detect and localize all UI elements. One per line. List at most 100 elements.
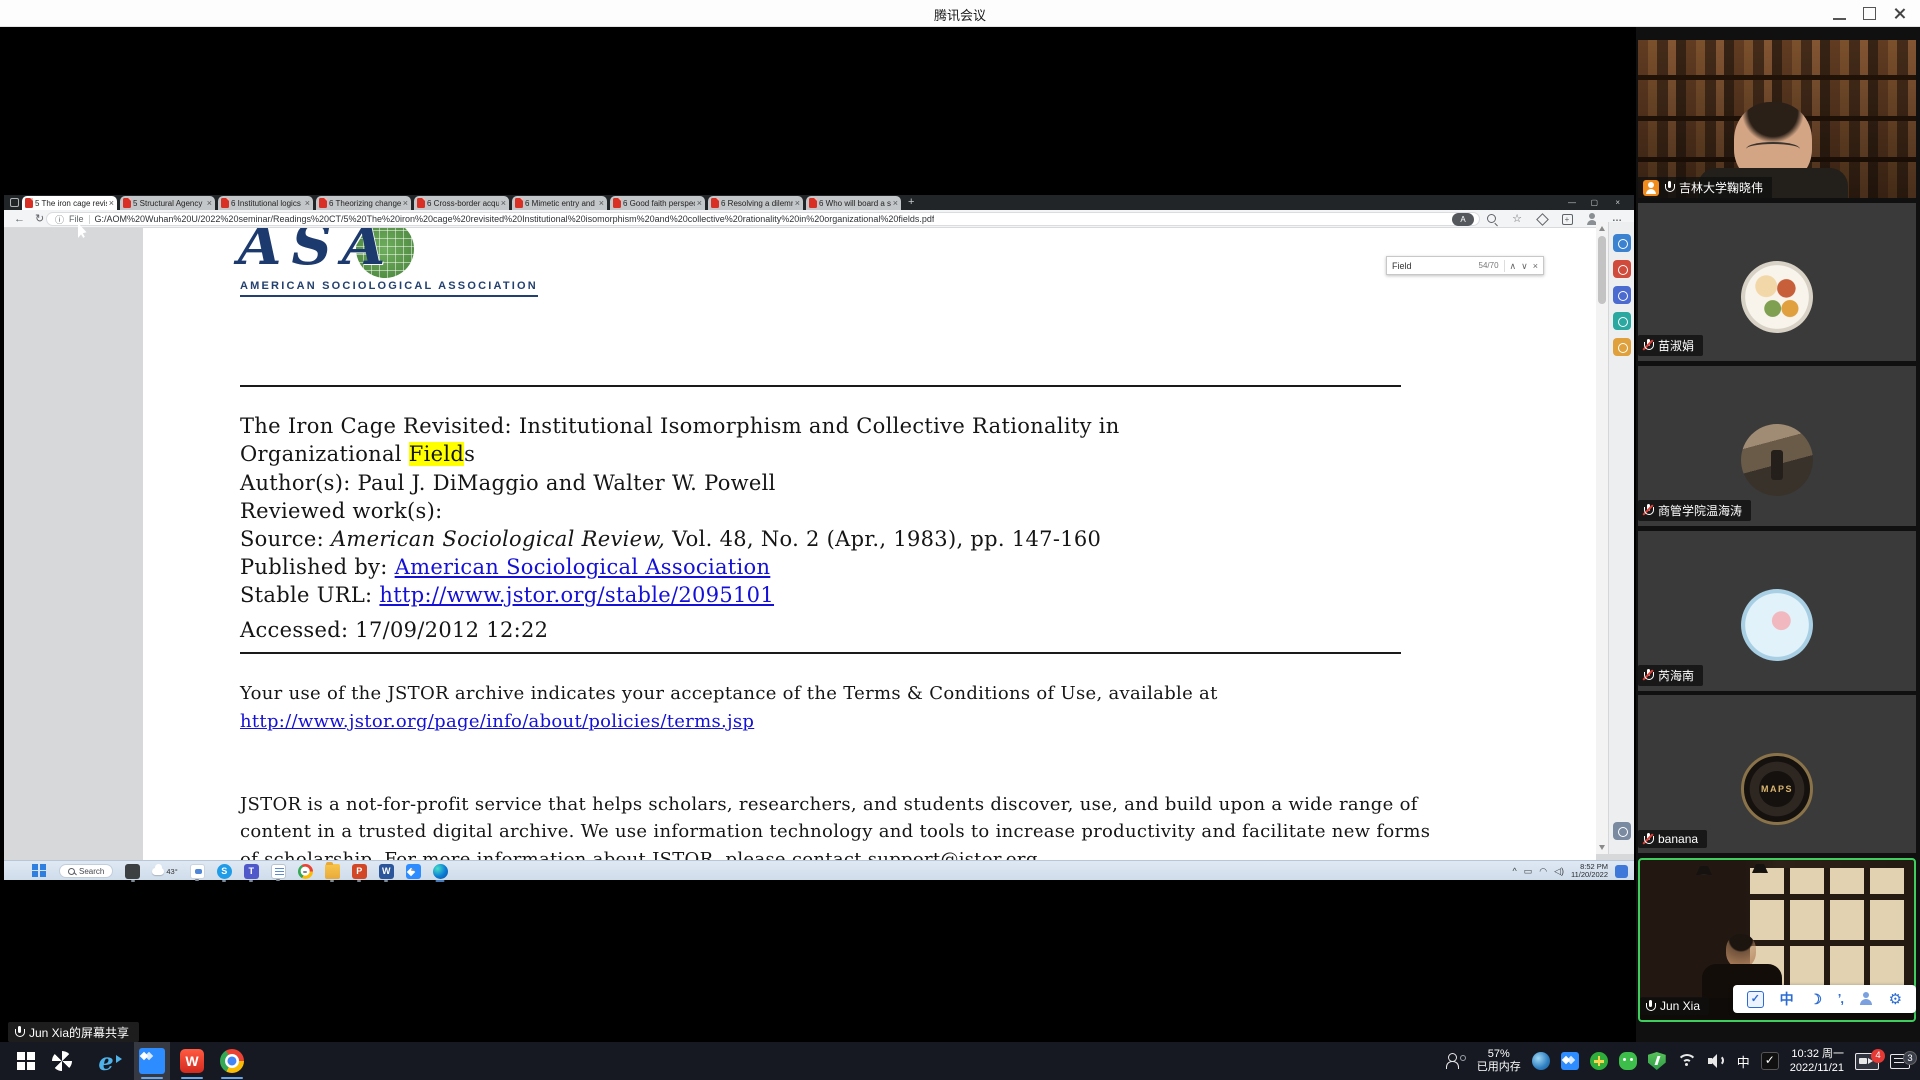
browser-tab-7[interactable]: 6 Good faith perspective.pdf ×	[610, 196, 705, 210]
browser-tab-9[interactable]: 6 Who will board a sinking ship ×	[806, 196, 901, 210]
tab-close-icon[interactable]: ×	[893, 199, 898, 207]
plugin-notes-icon[interactable]	[1613, 338, 1631, 356]
participant-video-tile-1[interactable]: 吉林大学鞠晓伟	[1638, 40, 1916, 198]
pdf-find-bar[interactable]: Field 54/70 ∧ ∨ ×	[1386, 256, 1544, 275]
antivirus-tray-icon[interactable]	[1590, 1052, 1608, 1070]
tab-close-icon[interactable]: ×	[501, 199, 506, 207]
ime-account-icon[interactable]	[1859, 992, 1873, 1006]
teams-icon[interactable]: T	[244, 864, 259, 879]
skype-icon[interactable]: S	[217, 864, 232, 879]
word-icon[interactable]: W	[379, 864, 394, 879]
ime-status-icon[interactable]: ✓	[1747, 991, 1764, 1008]
minimize-icon[interactable]	[1833, 7, 1846, 20]
find-close-icon[interactable]: ×	[1533, 261, 1538, 271]
ime-settings-icon[interactable]	[1889, 991, 1902, 1008]
wechat-tray-icon[interactable]	[1619, 1052, 1637, 1070]
zoom-icon[interactable]	[1485, 212, 1499, 226]
tab-close-icon[interactable]: ×	[697, 199, 702, 207]
participant-tile-3[interactable]: 商管学院温海涛	[1638, 366, 1916, 526]
tab-close-icon[interactable]: ×	[795, 199, 800, 207]
chat-app-icon[interactable]	[190, 864, 205, 879]
tab-close-icon[interactable]: ×	[109, 199, 114, 207]
browser-minimize-icon[interactable]: —	[1568, 198, 1576, 207]
edge-icon[interactable]	[433, 864, 448, 879]
extensions-icon[interactable]	[1560, 212, 1574, 226]
scroll-down-icon[interactable]	[1599, 845, 1605, 850]
wifi-icon[interactable]	[1677, 1054, 1697, 1068]
ime-punctuation-icon[interactable]: ’,	[1838, 991, 1843, 1007]
tab-close-icon[interactable]: ×	[305, 199, 310, 207]
search-pinwheel-icon[interactable]	[44, 1042, 80, 1080]
close-icon[interactable]	[1893, 7, 1906, 20]
collections-icon[interactable]	[1535, 212, 1549, 226]
find-next-icon[interactable]: ∨	[1521, 261, 1528, 271]
volume-icon[interactable]	[1708, 1053, 1726, 1069]
security-shield-icon[interactable]	[1648, 1052, 1666, 1070]
notification-icon[interactable]	[1615, 865, 1628, 878]
meeting-window-icon[interactable]: 4	[1855, 1053, 1879, 1070]
start-button[interactable]	[8, 1042, 44, 1080]
plugin-translate-icon[interactable]	[1613, 286, 1631, 304]
plugin-highlight-icon[interactable]	[1613, 260, 1631, 278]
browser-tab-5[interactable]: 6 Cross-border acquisitions by s ×	[414, 196, 509, 210]
tab-close-icon[interactable]: ×	[403, 199, 408, 207]
tencent-meeting-icon[interactable]	[406, 864, 421, 879]
reading-mode-icon[interactable]: A	[1452, 213, 1474, 226]
chrome-icon[interactable]	[298, 864, 313, 879]
tab-close-icon[interactable]: ×	[599, 199, 604, 207]
powerpoint-icon[interactable]: P	[352, 864, 367, 879]
memory-widget[interactable]: 57%已用内存	[1477, 1048, 1521, 1074]
stable-url-link[interactable]: http://www.jstor.org/stable/2095101	[379, 583, 774, 607]
people-icon[interactable]	[1446, 1053, 1466, 1069]
browser-tab-6[interactable]: 6 Mimetic entry and bandwagon ×	[512, 196, 607, 210]
find-previous-icon[interactable]: ∧	[1510, 261, 1517, 271]
chrome-taskbar-icon[interactable]	[214, 1042, 250, 1080]
scroll-up-icon[interactable]	[1599, 226, 1605, 231]
address-bar[interactable]: ⓘ File G:/AOM%20Wuhan%20U/2022%20seminar…	[46, 212, 1480, 226]
participant-tile-5[interactable]: MAPS banana	[1638, 695, 1916, 853]
taskbar-search[interactable]: Search	[59, 864, 113, 878]
ime-language-mode[interactable]: 中	[1780, 991, 1794, 1007]
chat-notifications-icon[interactable]: 3	[1890, 1054, 1910, 1069]
browser-tab-8[interactable]: 6 Resolving a dilemma of signali ×	[708, 196, 803, 210]
file-explorer-icon[interactable]	[325, 864, 340, 879]
task-view-icon[interactable]	[125, 864, 140, 879]
network-icon[interactable]: ◠	[1539, 866, 1547, 877]
refresh-icon[interactable]: ↻	[35, 212, 44, 225]
tab-search-icon[interactable]	[10, 198, 19, 207]
browser-tab-4[interactable]: 6 Theorizing change the role of ×	[316, 196, 411, 210]
tab-close-icon[interactable]: ×	[207, 199, 212, 207]
page-info-icon[interactable]: ⓘ	[55, 213, 64, 226]
favorites-icon[interactable]	[1510, 212, 1524, 226]
start-button[interactable]	[32, 864, 47, 879]
shared-clock[interactable]: 8:52 PM11/20/2022	[1571, 863, 1608, 880]
tray-expand-icon[interactable]: ^	[1512, 866, 1516, 876]
input-method-icon[interactable]	[1761, 1052, 1779, 1070]
scrollbar-thumb[interactable]	[1598, 236, 1606, 304]
ime-indicator[interactable]: 中	[1737, 1052, 1750, 1071]
plugin-dictionary-icon[interactable]	[1613, 312, 1631, 330]
plugin-settings-icon[interactable]	[1613, 822, 1631, 840]
browser-maximize-icon[interactable]: ▢	[1590, 198, 1598, 207]
browser-tab-3[interactable]: 6 Institutional logics Thornton.p ×	[218, 196, 313, 210]
meeting-tray-icon[interactable]	[1561, 1052, 1579, 1070]
monitor-icon[interactable]: ▭	[1524, 866, 1533, 877]
participant-tile-4[interactable]: 芮海南	[1638, 531, 1916, 691]
publisher-link[interactable]: American Sociological Association	[395, 555, 771, 579]
browser-tab-2[interactable]: 5 Structural Agency (and other ×	[120, 196, 215, 210]
weather-widget[interactable]: 43°	[152, 864, 177, 879]
find-query[interactable]: Field	[1392, 261, 1474, 271]
maximize-icon[interactable]	[1863, 7, 1876, 20]
participant-tile-2[interactable]: 苗淑娟	[1638, 203, 1916, 361]
back-icon[interactable]: ←	[14, 213, 25, 225]
plugin-search-icon[interactable]	[1613, 234, 1631, 252]
volume-icon[interactable]: ◁)	[1554, 866, 1564, 877]
wps-office-icon[interactable]: W	[174, 1042, 210, 1080]
document-app-icon[interactable]	[271, 864, 286, 879]
pdf-scrollbar[interactable]	[1596, 222, 1608, 854]
tencent-meeting-taskbar-icon[interactable]	[134, 1042, 170, 1080]
clock[interactable]: 10:32 周一2022/11/21	[1790, 1047, 1844, 1075]
terms-link[interactable]: http://www.jstor.org/page/info/about/pol…	[240, 711, 754, 732]
browser-tab-1[interactable]: 5 The iron cage revisited Institu ×	[22, 196, 117, 210]
ime-fullwidth-icon[interactable]	[1809, 991, 1822, 1007]
